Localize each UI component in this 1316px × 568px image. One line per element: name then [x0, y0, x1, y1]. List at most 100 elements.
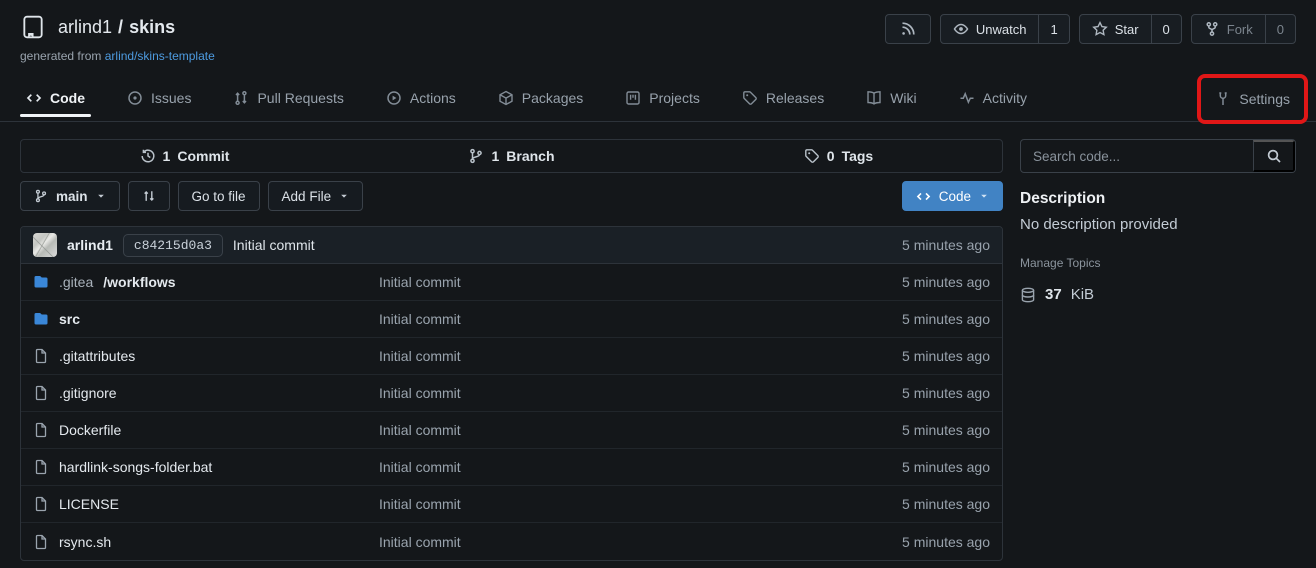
file-commit-time: 5 minutes ago	[902, 534, 990, 550]
repo-name-link[interactable]: skins	[129, 17, 175, 38]
table-row: .gitignore Initial commit 5 minutes ago	[21, 375, 1002, 412]
table-row: rsync.sh Initial commit 5 minutes ago	[21, 523, 1002, 560]
latest-commit-row: arlind1 c84215d0a3 Initial commit 5 minu…	[21, 227, 1002, 264]
file-name-link[interactable]: .gitea/workflows	[33, 274, 379, 290]
folder-icon	[33, 311, 49, 327]
activity-icon	[959, 90, 975, 106]
manage-topics-link[interactable]: Manage Topics	[1020, 256, 1296, 270]
repo-sidebar: Description No description provided Mana…	[1020, 139, 1296, 561]
file-name-link[interactable]: LICENSE	[33, 496, 379, 512]
package-icon	[498, 90, 514, 106]
project-board-icon	[625, 90, 641, 106]
book-icon	[866, 90, 882, 106]
file-name: .gitignore	[59, 385, 117, 401]
tag-label: Tags	[842, 148, 874, 164]
file-icon	[33, 348, 49, 364]
file-name-link[interactable]: .gitattributes	[33, 348, 379, 364]
file-commit-message[interactable]: Initial commit	[379, 348, 902, 364]
file-icon	[33, 534, 49, 550]
repo-owner-link[interactable]: arlind1	[58, 17, 112, 38]
repo-header: arlind1 / skins generated from arlind/sk…	[0, 0, 1316, 63]
tags-stat[interactable]: 0 Tags	[675, 140, 1002, 172]
add-file-button[interactable]: Add File	[268, 181, 364, 211]
file-name: rsync.sh	[59, 534, 111, 550]
commit-count: 1	[163, 148, 171, 164]
go-to-file-button[interactable]: Go to file	[178, 181, 260, 211]
commit-message-link[interactable]: Initial commit	[233, 237, 315, 253]
compare-button[interactable]	[128, 181, 170, 211]
tab-activity-label: Activity	[983, 90, 1027, 106]
search-button[interactable]	[1253, 140, 1295, 172]
tab-wiki-label: Wiki	[890, 90, 916, 106]
tab-wiki[interactable]: Wiki	[860, 75, 922, 121]
tab-issues[interactable]: Issues	[121, 75, 197, 121]
file-commit-message[interactable]: Initial commit	[379, 496, 902, 512]
branch-icon	[34, 189, 48, 203]
search-input[interactable]	[1021, 140, 1253, 172]
fork-icon	[1204, 21, 1220, 37]
file-commit-message[interactable]: Initial commit	[379, 459, 902, 475]
repo-icon	[20, 14, 46, 40]
file-commit-time: 5 minutes ago	[902, 311, 990, 327]
repo-toolbar: main Go to file Add File Code	[20, 181, 1003, 211]
commit-author-link[interactable]: arlind1	[67, 237, 113, 253]
star-count[interactable]: 0	[1151, 15, 1181, 43]
tab-releases-label: Releases	[766, 90, 824, 106]
file-commit-message[interactable]: Initial commit	[379, 422, 902, 438]
file-name-link[interactable]: src	[33, 311, 379, 327]
branch-count: 1	[491, 148, 499, 164]
settings-highlight-box: Settings	[1197, 74, 1308, 124]
tab-pull-requests-label: Pull Requests	[257, 90, 343, 106]
file-commit-message[interactable]: Initial commit	[379, 385, 902, 401]
code-download-button[interactable]: Code	[902, 181, 1003, 211]
tab-code-label: Code	[50, 90, 85, 106]
table-row: src Initial commit 5 minutes ago	[21, 301, 1002, 338]
chevron-down-icon	[339, 191, 349, 201]
file-name: /workflows	[103, 274, 175, 290]
tab-pull-requests[interactable]: Pull Requests	[227, 75, 349, 121]
file-name-link[interactable]: Dockerfile	[33, 422, 379, 438]
avatar[interactable]	[33, 233, 57, 257]
file-commit-message[interactable]: Initial commit	[379, 274, 902, 290]
file-commit-message[interactable]: Initial commit	[379, 311, 902, 327]
tab-actions-label: Actions	[410, 90, 456, 106]
generated-from: generated from arlind/skins-template	[20, 49, 885, 63]
branch-name: main	[56, 189, 88, 204]
branch-selector[interactable]: main	[20, 181, 120, 211]
repo-size: 37 KiB	[1020, 286, 1296, 303]
rss-button[interactable]	[885, 14, 931, 44]
commits-stat[interactable]: 1 Commit	[21, 140, 348, 172]
tab-settings[interactable]: Settings	[1215, 91, 1290, 107]
file-commit-message[interactable]: Initial commit	[379, 534, 902, 550]
file-name: .gitattributes	[59, 348, 135, 364]
star-button[interactable]: Star 0	[1079, 14, 1182, 44]
watch-count[interactable]: 1	[1038, 15, 1068, 43]
table-row: LICENSE Initial commit 5 minutes ago	[21, 486, 1002, 523]
tab-projects[interactable]: Projects	[619, 75, 706, 121]
tab-releases[interactable]: Releases	[736, 75, 830, 121]
search-icon	[1266, 148, 1282, 164]
file-icon	[33, 385, 49, 401]
tab-packages[interactable]: Packages	[492, 75, 589, 121]
file-table: arlind1 c84215d0a3 Initial commit 5 minu…	[20, 226, 1003, 561]
commit-hash-badge[interactable]: c84215d0a3	[123, 234, 223, 257]
file-commit-time: 5 minutes ago	[902, 496, 990, 512]
tab-activity[interactable]: Activity	[953, 75, 1033, 121]
tab-issues-label: Issues	[151, 90, 191, 106]
fork-count[interactable]: 0	[1265, 15, 1295, 43]
unwatch-button[interactable]: Unwatch 1	[940, 14, 1070, 44]
actions-icon	[386, 90, 402, 106]
file-name-link[interactable]: .gitignore	[33, 385, 379, 401]
branches-stat[interactable]: 1 Branch	[348, 140, 675, 172]
fork-button[interactable]: Fork 0	[1191, 14, 1296, 44]
template-repo-link[interactable]: arlind/skins-template	[105, 49, 215, 63]
tab-actions[interactable]: Actions	[380, 75, 462, 121]
file-name-link[interactable]: rsync.sh	[33, 534, 379, 550]
go-to-file-label: Go to file	[192, 189, 246, 204]
tab-code[interactable]: Code	[20, 75, 91, 121]
repo-separator: /	[118, 17, 123, 38]
rss-icon	[900, 21, 916, 37]
file-name-link[interactable]: hardlink-songs-folder.bat	[33, 459, 379, 475]
chevron-down-icon	[979, 191, 989, 201]
table-row: hardlink-songs-folder.bat Initial commit…	[21, 449, 1002, 486]
